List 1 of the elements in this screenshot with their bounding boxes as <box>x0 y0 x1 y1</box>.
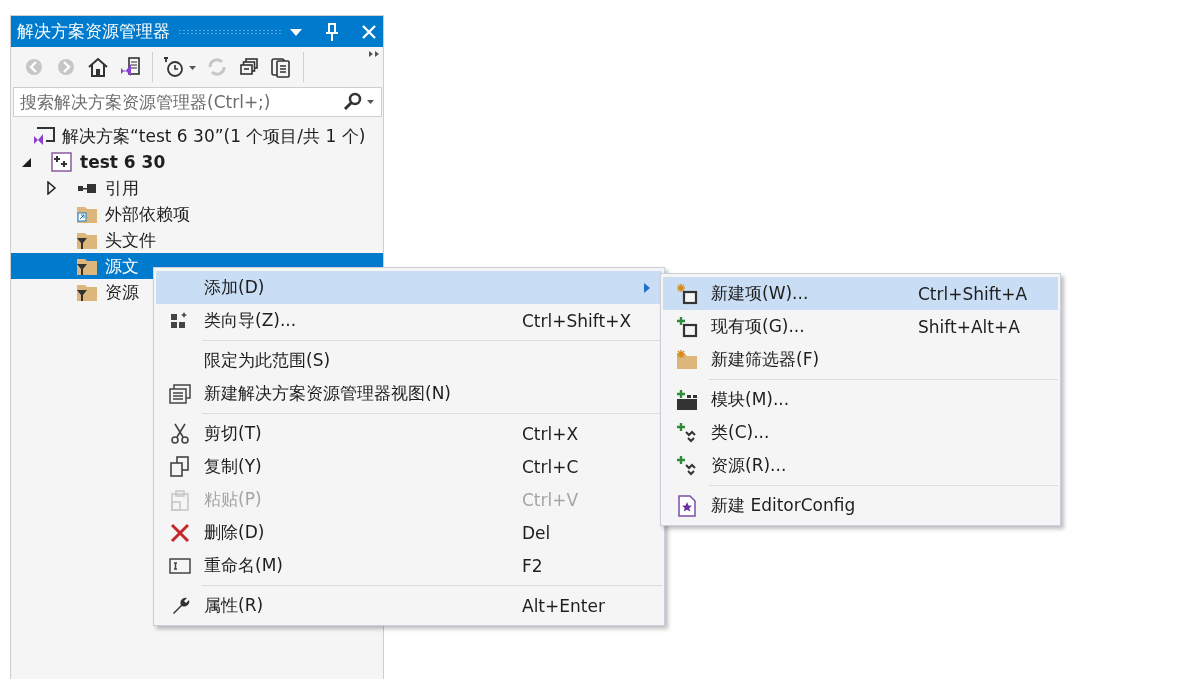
panel-title: 解决方案资源管理器 <box>17 20 170 43</box>
